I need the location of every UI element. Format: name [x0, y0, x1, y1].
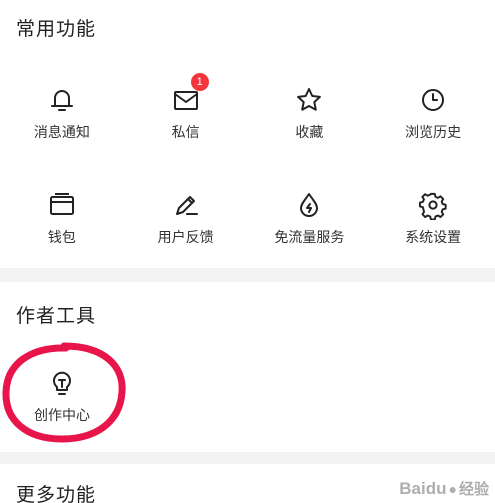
- common-grid-row-2: 钱包 用户反馈 免流量服务 系统设置: [0, 162, 495, 266]
- watermark-brand: Baidu: [399, 478, 447, 498]
- lightbulb-icon: [47, 368, 77, 398]
- tile-creator-center[interactable]: 创作中心: [0, 340, 124, 444]
- wallet-icon: [47, 190, 77, 220]
- tile-feedback[interactable]: 用户反馈: [124, 162, 248, 266]
- tile-label: 收藏: [295, 125, 324, 141]
- gear-icon: [418, 190, 448, 220]
- section-title-common: 常用功能: [16, 18, 97, 40]
- bell-icon: [47, 85, 77, 115]
- tile-private-messages[interactable]: 1 私信: [124, 57, 248, 161]
- paw-icon: ●: [448, 480, 457, 497]
- clock-icon: [418, 85, 448, 115]
- author-tools-section: 作者工具 创作中心: [0, 282, 495, 452]
- common-grid-row-1: 消息通知 1 私信 收藏 浏览历史: [0, 57, 495, 161]
- tile-label: 用户反馈: [157, 230, 214, 246]
- tile-settings[interactable]: 系统设置: [371, 162, 495, 266]
- tile-label: 免流量服务: [274, 230, 345, 246]
- unread-badge: 1: [190, 73, 209, 91]
- tile-favorites[interactable]: 收藏: [248, 57, 372, 161]
- mail-icon: 1: [171, 73, 209, 115]
- pen-icon: [171, 190, 201, 220]
- common-functions-section: 常用功能 消息通知 1 私信 收藏 浏览历史 钱包 用户反馈 免流量服务 系统设…: [0, 0, 495, 268]
- baidu-jingyan-watermark: Baidu ● 经验: [399, 478, 489, 499]
- tile-wallet[interactable]: 钱包: [0, 162, 124, 266]
- watermark-suffix: 经验: [458, 481, 489, 498]
- tile-label: 钱包: [47, 230, 76, 246]
- tile-label: 系统设置: [405, 230, 462, 246]
- tile-label: 创作中心: [34, 408, 90, 424]
- tile-history[interactable]: 浏览历史: [371, 57, 495, 161]
- section-title-author: 作者工具: [16, 305, 97, 327]
- drop-icon: [294, 190, 324, 220]
- tile-label: 私信: [171, 125, 200, 141]
- section-title-more: 更多功能: [16, 484, 97, 503]
- tile-free-data[interactable]: 免流量服务: [248, 162, 372, 266]
- tile-notifications[interactable]: 消息通知: [0, 57, 124, 161]
- tile-label: 浏览历史: [405, 125, 462, 141]
- star-icon: [294, 85, 324, 115]
- tile-label: 消息通知: [33, 125, 90, 141]
